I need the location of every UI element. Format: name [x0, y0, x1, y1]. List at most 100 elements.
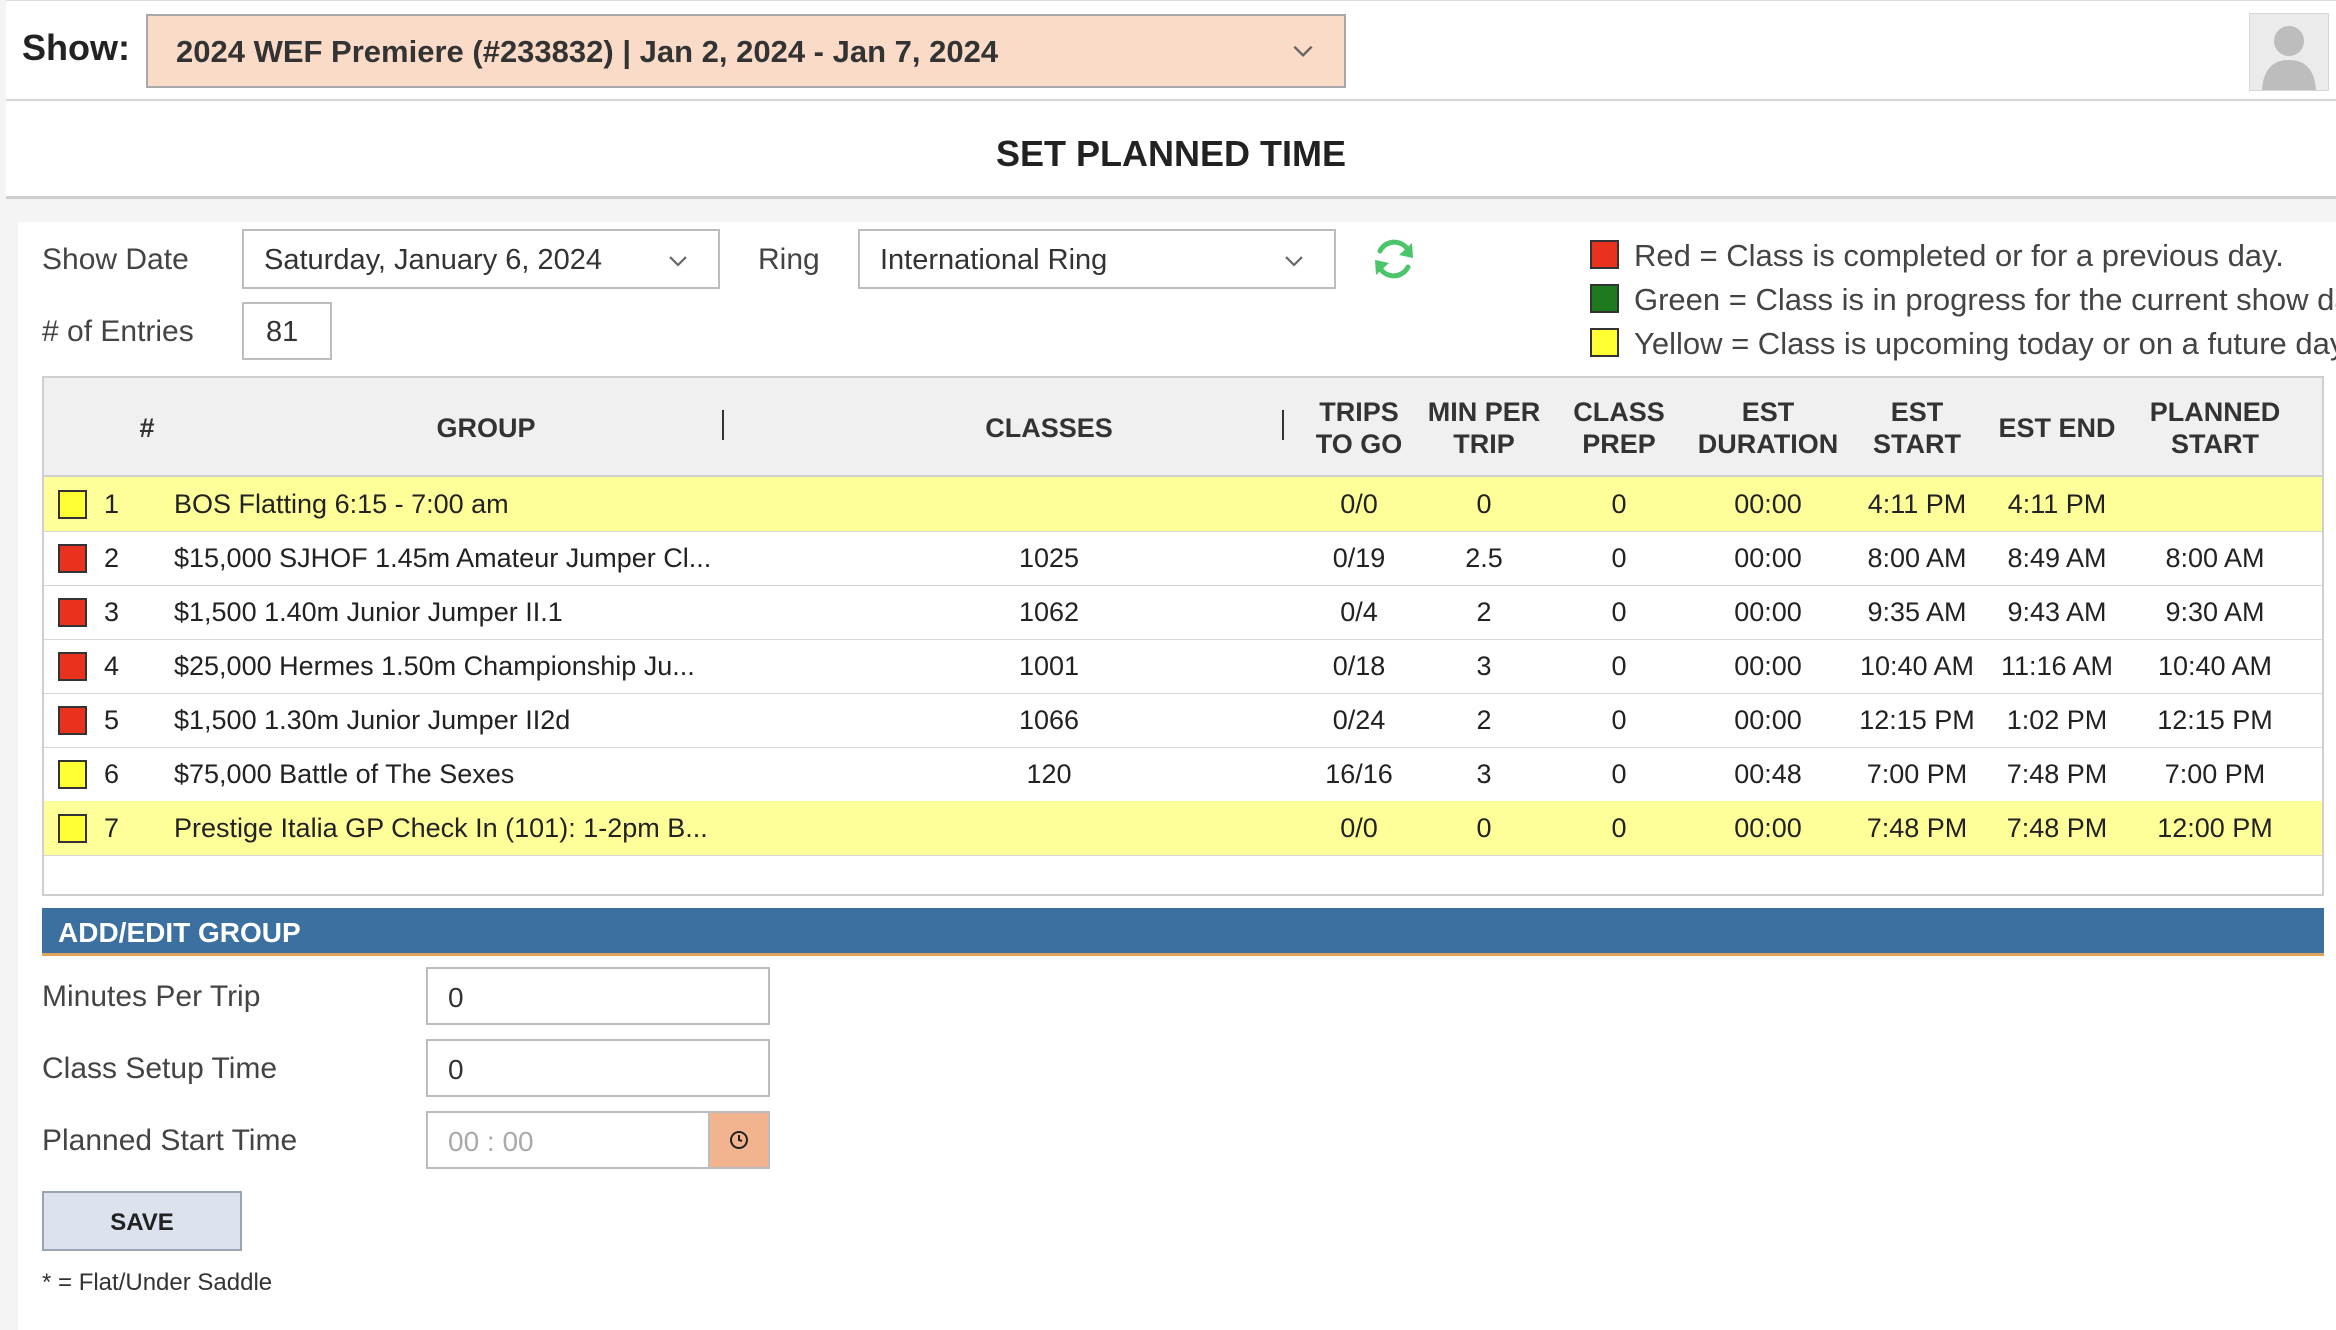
cell-classes: 1025 [1018, 543, 1080, 573]
column-resize-handle[interactable] [722, 410, 724, 440]
col-header-classes[interactable]: CLASSES [784, 378, 1314, 477]
status-swatch [58, 598, 87, 627]
cell-class-prep: 0 [1611, 543, 1627, 573]
cell-num: 1 [104, 489, 120, 519]
cell-est-duration: 00:48 [1734, 759, 1802, 789]
table-row[interactable]: 4 $25,000 Hermes 1.50m Championship Ju...… [44, 639, 2322, 694]
table-row[interactable]: 6 $75,000 Battle of The Sexes 120 16/16 3 0 00… [44, 747, 2322, 802]
planned-start-time-placeholder: 00 : 00 [448, 1126, 534, 1157]
col-header-class-prep[interactable]: CLASS PREP [1549, 378, 1689, 477]
col-header-est-start[interactable]: EST START [1847, 378, 1987, 477]
planned-start-time-input[interactable]: 00 : 00 [426, 1111, 710, 1169]
cell-classes [784, 477, 1314, 531]
user-avatar-icon[interactable] [2249, 13, 2329, 91]
legend-text-green: Green = Class is in progress for the cur… [1634, 282, 2336, 317]
cell-est-duration: 00:00 [1734, 597, 1802, 627]
column-resize-handle[interactable] [1282, 410, 1284, 440]
cell-est-end: 7:48 PM [2006, 813, 2108, 843]
cell-est-duration: 00:00 [1734, 489, 1802, 519]
cell-min-per-trip: 2 [1476, 597, 1492, 627]
cell-est-start: 12:15 PM [1859, 705, 1975, 735]
chevron-down-icon [1293, 45, 1313, 58]
chevron-down-icon [669, 256, 687, 267]
cell-classes: 120 [1026, 759, 1072, 789]
cell-est-duration: 00:00 [1734, 651, 1802, 681]
entries-value: 81 [266, 316, 299, 348]
col-header-est-end[interactable]: EST END [1987, 378, 2127, 477]
cell-est-end: 7:48 PM [2006, 759, 2108, 789]
table-row[interactable]: 1 BOS Flatting 6:15 - 7:00 am 0/0 0 0 00:00 4:… [44, 477, 2322, 532]
col-header-min-per-trip[interactable]: MIN PER TRIP [1419, 378, 1549, 477]
status-swatch [58, 760, 87, 789]
cell-planned-start: 10:40 AM [2157, 651, 2273, 681]
legend-text-red: Red = Class is completed or for a previo… [1634, 238, 2284, 273]
show-select[interactable]: 2024 WEF Premiere (#233832) | Jan 2, 202… [146, 14, 1346, 88]
cell-planned-start: 8:00 AM [2165, 543, 2265, 573]
ring-value: International Ring [880, 244, 1108, 276]
show-date-label: Show Date [42, 243, 189, 276]
cell-trips-to-go: 0/0 [1340, 489, 1378, 519]
table-row[interactable]: 3 $1,500 1.40m Junior Jumper II.1 1062 0/4 2… [44, 585, 2322, 640]
cell-planned-start: 9:30 AM [2165, 597, 2265, 627]
cell-est-start: 9:35 AM [1867, 597, 1967, 627]
legend-swatch-yellow [1590, 328, 1619, 357]
cell-min-per-trip: 0 [1476, 813, 1492, 843]
cell-min-per-trip: 3 [1476, 759, 1492, 789]
cell-num: 7 [104, 813, 120, 843]
show-date-select[interactable]: Saturday, January 6, 2024 [242, 229, 720, 289]
col-header-planned-start[interactable]: PLANNED START [2127, 378, 2303, 477]
table-row[interactable]: 2 $15,000 SJHOF 1.45m Amateur Jumper Cl..… [44, 531, 2322, 586]
cell-group: BOS Flatting 6:15 - 7:00 am [174, 489, 509, 519]
minutes-per-trip-input[interactable]: 0 [426, 967, 770, 1025]
cell-trips-to-go: 0/19 [1332, 543, 1386, 573]
legend-text-yellow: Yellow = Class is upcoming today or on a… [1634, 326, 2336, 361]
cell-num: 6 [104, 759, 120, 789]
cell-class-prep: 0 [1611, 489, 1627, 519]
status-swatch [58, 490, 87, 519]
cell-est-end: 8:49 AM [2007, 543, 2107, 573]
col-header-num[interactable]: # [104, 378, 190, 477]
cell-est-end: 11:16 AM [2000, 651, 2114, 681]
legend-swatch-green [1590, 284, 1619, 313]
cell-min-per-trip: 0 [1476, 489, 1492, 519]
cell-min-per-trip: 3 [1476, 651, 1492, 681]
class-setup-time-label: Class Setup Time [42, 1052, 278, 1085]
cell-trips-to-go: 0/4 [1340, 597, 1378, 627]
status-swatch [58, 544, 87, 573]
col-header-est-duration[interactable]: EST DURATION [1689, 378, 1847, 477]
class-setup-time-value: 0 [448, 1054, 464, 1085]
ring-select[interactable]: International Ring [858, 229, 1336, 289]
time-picker-button[interactable] [708, 1111, 770, 1169]
cell-est-duration: 00:00 [1734, 813, 1802, 843]
table-row[interactable]: 7 Prestige Italia GP Check In (101): 1-2p… [44, 801, 2322, 856]
cell-num: 4 [104, 651, 120, 681]
ring-label: Ring [758, 243, 820, 276]
cell-group: $1,500 1.40m Junior Jumper II.1 [174, 597, 563, 627]
save-button[interactable]: SAVE [42, 1191, 242, 1251]
col-header-group[interactable]: GROUP [194, 378, 778, 477]
cell-class-prep: 0 [1611, 651, 1627, 681]
show-date-value: Saturday, January 6, 2024 [264, 244, 603, 276]
status-swatch [58, 706, 87, 735]
cell-num: 3 [104, 597, 120, 627]
cell-classes [784, 801, 1314, 855]
cell-est-start: 7:48 PM [1866, 813, 1968, 843]
cell-est-duration: 00:00 [1734, 705, 1802, 735]
cell-class-prep: 0 [1611, 705, 1627, 735]
show-select-value: 2024 WEF Premiere (#233832) | Jan 2, 202… [176, 34, 999, 69]
cell-trips-to-go: 0/18 [1332, 651, 1386, 681]
cell-group: $1,500 1.30m Junior Jumper II2d [174, 705, 571, 735]
class-setup-time-input[interactable]: 0 [426, 1039, 770, 1097]
cell-classes: 1066 [1018, 705, 1080, 735]
minutes-per-trip-label: Minutes Per Trip [42, 980, 261, 1013]
status-swatch [58, 652, 87, 681]
cell-est-end: 4:11 PM [2007, 489, 2107, 519]
cell-planned-start: 7:00 PM [2164, 759, 2266, 789]
cell-min-per-trip: 2 [1476, 705, 1492, 735]
refresh-icon[interactable] [1370, 235, 1418, 283]
cell-est-duration: 00:00 [1734, 543, 1802, 573]
col-header-trips-to-go[interactable]: TRIPS TO GO [1299, 378, 1419, 477]
cell-group: $25,000 Hermes 1.50m Championship Ju... [174, 651, 695, 681]
table-row[interactable]: 5 $1,500 1.30m Junior Jumper II2d 1066 0/24… [44, 693, 2322, 748]
page-title: SET PLANNED TIME [995, 133, 1346, 174]
